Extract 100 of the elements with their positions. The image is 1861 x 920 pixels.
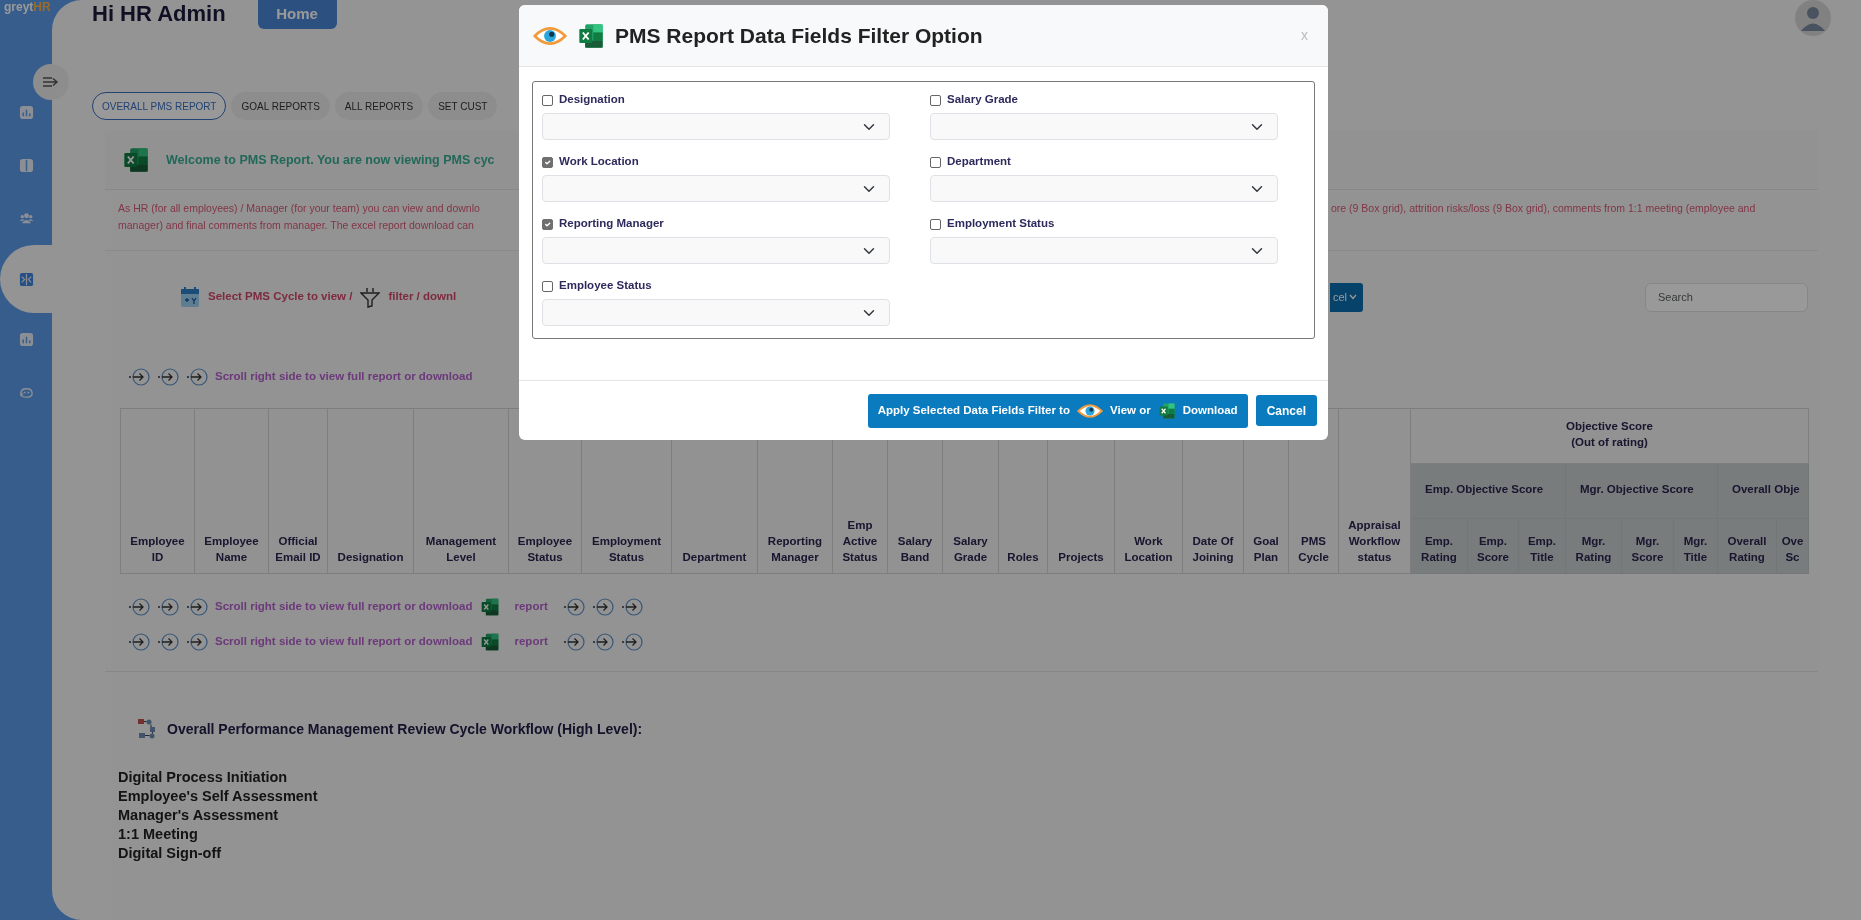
chart-icon[interactable] (18, 332, 34, 347)
column-header: Management Level (413, 408, 509, 574)
column-header: Employee Name (194, 408, 269, 574)
workflow-title: Overall Performance Management Review Cycle Workflow (High Level): (167, 719, 643, 739)
export-button[interactable]: cel (1330, 282, 1364, 312)
arrow-icon (128, 367, 150, 387)
checkbox-label: Employment Status (947, 216, 1055, 232)
arrow-icon (186, 597, 208, 617)
subgroup-header: Emp. Objective Score (1410, 463, 1566, 519)
select-field[interactable] (542, 113, 890, 140)
checkbox[interactable] (930, 94, 941, 106)
column-header: Mgr. Title (1673, 518, 1718, 574)
info-text: ore (9 Box grid), attrition risks/loss (9 Box grid), comments from 1:1 meeting (employee and (1331, 201, 1756, 216)
column-header: Emp. Rating (1410, 518, 1468, 574)
column-header: Emp. Title (1518, 518, 1566, 574)
home-button[interactable]: Home (257, 0, 337, 29)
arrow-icon (562, 632, 585, 652)
workflow-step: 1:1 Meeting (118, 825, 1818, 844)
search-field[interactable]: Search (1645, 282, 1808, 312)
spreadsheet-icon (479, 632, 500, 652)
calendar-icon (180, 286, 200, 308)
arrow-icon (157, 597, 179, 617)
column-header: Mgr. Score (1621, 518, 1674, 574)
subgroup-header: Mgr. Objective Score (1565, 463, 1718, 519)
panels-icon[interactable] (18, 158, 34, 173)
arrow-icon (128, 597, 150, 617)
checkbox-label: Department (947, 154, 1011, 170)
info-text: manager) and final comments from manager. The excel report download can (118, 218, 475, 233)
split-icon (18, 271, 34, 287)
checkbox-label: Work Location (559, 154, 639, 170)
funnel-icon (360, 286, 381, 308)
arrow-icon (157, 367, 179, 387)
select-field[interactable] (542, 299, 890, 326)
scroll-hint: Scroll right side to view full report or download (215, 599, 473, 615)
group-subtitle: (Out of rating) (1570, 435, 1649, 450)
cycle-prompt: Select PMS Cycle to view / (208, 289, 353, 305)
greeting-title: Hi HR Admin (92, 0, 226, 28)
spreadsheet-icon (122, 146, 150, 174)
column-header: Ove Sc (1776, 518, 1809, 574)
report-tab[interactable]: GOAL REPORTS (231, 92, 330, 120)
filter-prompt: filter / downl (388, 289, 457, 305)
cancel-button[interactable]: Cancel (1255, 395, 1317, 426)
scroll-hint: Scroll right side to view full report or download (215, 634, 473, 650)
report-link[interactable]: report (514, 598, 548, 616)
report-link[interactable]: report (514, 633, 548, 651)
select-field[interactable] (542, 237, 890, 264)
select-field[interactable] (930, 113, 1278, 140)
checkbox-label: Designation (559, 92, 625, 108)
workflow-step: Manager's Assessment (118, 806, 1818, 825)
arrow-icon (157, 632, 179, 652)
checkbox-label: Reporting Manager (559, 216, 664, 232)
checkbox[interactable] (542, 156, 553, 168)
column-header: Designation (327, 408, 414, 574)
column-header: Emp. Score (1467, 518, 1519, 574)
checkbox[interactable] (930, 156, 941, 168)
select-field[interactable] (930, 237, 1278, 264)
arrow-icon (186, 632, 208, 652)
apply-button[interactable]: Apply Selected Data Fields Filter to View or Download (867, 393, 1248, 428)
select-field[interactable] (542, 175, 890, 202)
report-tab[interactable]: ALL REPORTS (334, 92, 424, 120)
checkbox-label: Employee Status (559, 278, 652, 294)
arrow-icon (591, 632, 614, 652)
arrow-icon (186, 367, 208, 387)
chart-icon[interactable] (18, 105, 34, 120)
select-field[interactable] (930, 175, 1278, 202)
dialog-title: PMS Report Data Fields Filter Option (615, 22, 983, 49)
scroll-hint: Scroll right side to view full report or download (215, 369, 473, 385)
checkbox[interactable] (542, 94, 553, 106)
column-header: Employee ID (120, 408, 195, 574)
column-header: Appraisal Workflow status (1338, 408, 1411, 574)
workflow-step: Digital Sign-off (118, 844, 1818, 863)
arrow-icon (620, 632, 643, 652)
column-header: Official Email ID (268, 408, 328, 574)
group-title: Objective Score (1565, 419, 1654, 434)
checkbox[interactable] (542, 218, 553, 230)
checkbox[interactable] (542, 280, 553, 292)
menu-arrow-icon (42, 75, 60, 89)
subgroup-header: Overall Obje (1717, 463, 1809, 519)
avatar-icon (1795, 0, 1831, 36)
report-tab[interactable]: OVERALL PMS REPORT (92, 92, 227, 120)
arrow-icon (128, 632, 150, 652)
arrow-icon (591, 597, 614, 617)
checkbox[interactable] (930, 218, 941, 230)
column-header: Overall Rating (1717, 518, 1777, 574)
checkbox-label: Salary Grade (947, 92, 1018, 108)
workflow-step: Employee's Self Assessment (118, 787, 1818, 806)
collapse-button[interactable] (33, 64, 69, 100)
spreadsheet-icon (1157, 401, 1176, 420)
report-tab[interactable]: SET CUST (428, 92, 498, 120)
spreadsheet-icon (577, 21, 605, 50)
spreadsheet-icon (479, 597, 500, 617)
workflow-step: Digital Process Initiation (118, 768, 1818, 787)
people-icon[interactable] (18, 211, 34, 226)
column-header: Mgr. Rating (1565, 518, 1622, 574)
workflow-icon (137, 718, 157, 740)
arrow-icon (620, 597, 643, 617)
arrow-icon (562, 597, 585, 617)
caret-icon (1349, 294, 1358, 300)
sidebar-item[interactable] (0, 245, 52, 313)
logo: greytHR (3, 0, 51, 16)
